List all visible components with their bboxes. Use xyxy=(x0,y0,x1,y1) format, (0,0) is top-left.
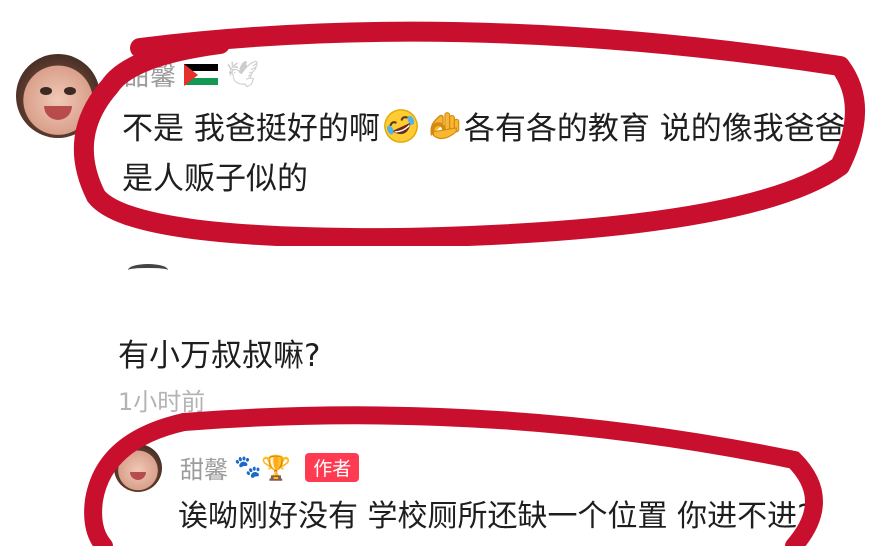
author-badge: 作者 xyxy=(305,453,360,482)
username-label[interactable]: 甜馨 xyxy=(124,56,176,93)
avatar-eye xyxy=(40,87,52,95)
avatar[interactable] xyxy=(128,264,168,276)
comment-timestamp: 1小时前 xyxy=(118,388,206,416)
ok-hand-emoji-icon xyxy=(430,112,460,140)
rolling-laughing-emoji-icon xyxy=(383,109,418,143)
palestine-flag-icon xyxy=(184,63,219,86)
reply-avatar[interactable] xyxy=(114,444,162,492)
comments-screen: { "comment_top": { "username": "甜馨", "fl… xyxy=(0,0,874,546)
reply-username-row[interactable]: 甜馨 🐾 🏆 作者 xyxy=(180,450,360,485)
comment-username[interactable]: 甜馨 🕊 xyxy=(124,56,259,93)
paw-prints-icon: 🐾 xyxy=(234,455,262,480)
avatar-mouth xyxy=(130,472,146,480)
avatar-mouth xyxy=(44,106,72,120)
dove-icon: 🕊 xyxy=(226,59,260,90)
reply-username[interactable]: 甜馨 xyxy=(180,450,228,485)
comment-text-part1: 不是 我爸挺好的啊 xyxy=(122,111,380,147)
reply-body[interactable]: 诶呦刚好没有 学校厕所还缺一个位置 你进不进? xyxy=(178,494,818,540)
comment-body[interactable]: 不是 我爸挺好的啊 各有各的教育 说的像我爸爸是人贩子似的 xyxy=(122,104,862,204)
avatar[interactable] xyxy=(16,54,100,138)
comment-body[interactable]: 有小万叔叔嘛? xyxy=(118,330,320,375)
trophy-icon: 🏆 xyxy=(261,453,292,482)
avatar-eye xyxy=(64,87,76,95)
